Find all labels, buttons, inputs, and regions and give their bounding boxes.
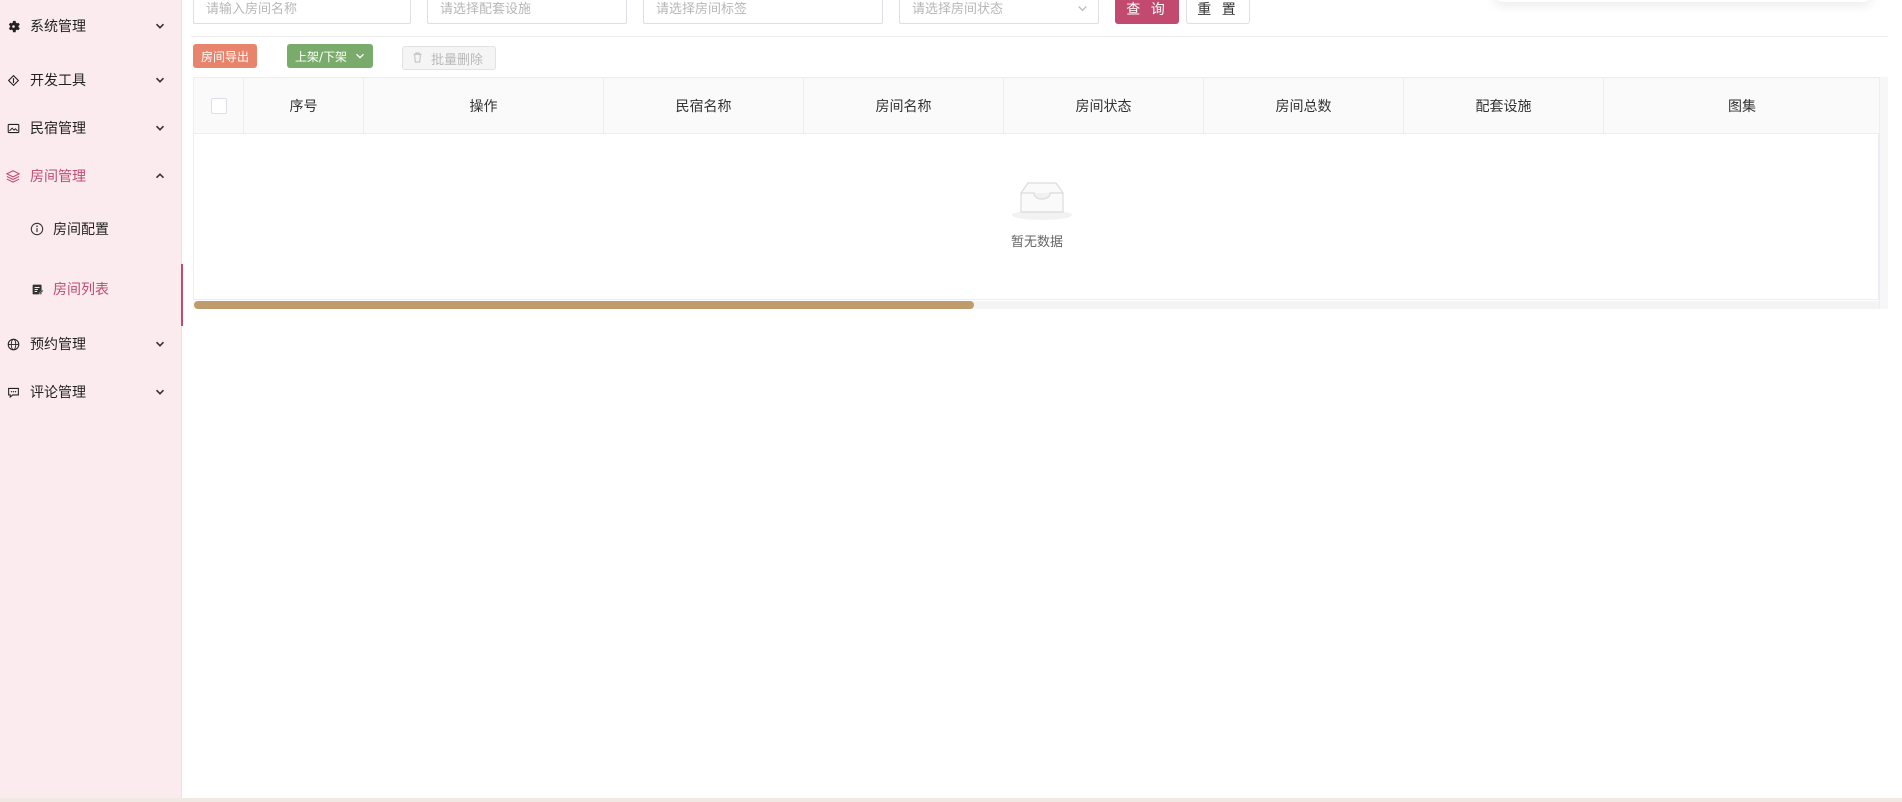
select-all-checkbox[interactable] xyxy=(210,98,227,114)
globe-icon xyxy=(6,337,20,351)
chevron-down-icon xyxy=(154,386,166,398)
shelf-toggle-label: 上架/下架 xyxy=(295,49,348,64)
chevron-down-icon xyxy=(154,20,166,32)
column-header: 房间状态 xyxy=(1004,78,1204,134)
chevron-up-icon xyxy=(154,170,166,182)
sidebar-subitem-room-config[interactable]: 房间配置 xyxy=(0,207,182,251)
trash-icon xyxy=(411,51,425,65)
empty-text: 暂无数据 xyxy=(1010,235,1063,250)
column-header: 序号 xyxy=(244,78,364,134)
sidebar-item-label: 民宿管理 xyxy=(30,121,86,137)
column-header: 房间总数 xyxy=(1204,78,1404,134)
column-header: 图集 xyxy=(1728,99,1756,115)
batch-delete-button[interactable]: 批量删除 xyxy=(402,46,496,70)
column-header: 房间名称 xyxy=(804,78,1004,134)
tools-icon xyxy=(6,73,20,87)
sidebar-item-homestay[interactable]: 民宿管理 xyxy=(0,108,182,148)
horizontal-scrollbar-thumb[interactable] xyxy=(194,301,974,309)
sidebar-item-reservation[interactable]: 预约管理 xyxy=(0,324,182,364)
column-header: 民宿名称 xyxy=(604,78,804,134)
filter-divider xyxy=(191,36,1888,37)
info-icon xyxy=(30,222,44,236)
sidebar-subitem-label: 房间配置 xyxy=(53,222,109,238)
chevron-down-icon xyxy=(154,122,166,134)
room-tag-select[interactable] xyxy=(643,0,883,24)
edit-list-icon xyxy=(30,282,44,296)
chevron-down-icon xyxy=(154,74,166,86)
empty-state: 暂无数据 xyxy=(194,134,1880,300)
sidebar-item-devtools[interactable]: 开发工具 xyxy=(0,60,182,100)
vertical-scrollbar-track[interactable] xyxy=(1879,77,1888,309)
chevron-down-icon xyxy=(1077,2,1089,14)
message-icon xyxy=(6,385,20,399)
room-status-select[interactable] xyxy=(899,0,1099,24)
query-button[interactable]: 查 询 xyxy=(1115,0,1179,24)
sidebar-item-label: 房间管理 xyxy=(30,169,86,185)
batch-delete-label: 批量删除 xyxy=(431,52,484,68)
chevron-down-icon xyxy=(154,338,166,350)
sidebar-subitem-room-list[interactable]: 房间列表 xyxy=(0,264,183,326)
empty-inbox-icon xyxy=(1012,179,1072,220)
app-root: 系统管理 开发工具 民宿管理 房间管理 房间配置 房间列表 预约管理 评论管理 … xyxy=(0,0,1902,802)
layers-icon xyxy=(6,169,20,183)
sidebar-item-label: 系统管理 xyxy=(30,19,86,35)
sidebar-item-room-management[interactable]: 房间管理 xyxy=(0,156,182,196)
sidebar-item-label: 预约管理 xyxy=(30,337,86,353)
main-content: 查 询 重 置 房间导出 上架/下架 批量删除 序号 操作 民宿名称 xyxy=(183,0,1902,802)
sidebar-item-system[interactable]: 系统管理 xyxy=(0,6,182,46)
table-bottom-border xyxy=(193,299,1879,300)
chevron-down-icon xyxy=(355,50,365,60)
column-header: 操作 xyxy=(364,78,604,134)
image-icon xyxy=(6,121,20,135)
sidebar-item-comments[interactable]: 评论管理 xyxy=(0,372,182,412)
dropdown-panel-edge xyxy=(1493,0,1873,2)
export-rooms-button[interactable]: 房间导出 xyxy=(193,44,257,68)
table-header: 序号 操作 民宿名称 房间名称 房间状态 房间总数 配套设施 图集 xyxy=(194,78,1880,134)
column-header: 配套设施 xyxy=(1404,78,1604,134)
room-name-input[interactable] xyxy=(193,0,411,24)
sidebar-item-label: 开发工具 xyxy=(30,73,86,89)
facility-select[interactable] xyxy=(427,0,627,24)
shelf-toggle-button[interactable]: 上架/下架 xyxy=(287,44,373,68)
reset-button[interactable]: 重 置 xyxy=(1186,0,1250,24)
footer-strip xyxy=(0,798,1902,802)
gear-icon xyxy=(6,19,20,33)
sidebar-subitem-label: 房间列表 xyxy=(53,282,109,298)
select-all-cell xyxy=(194,78,244,134)
sidebar: 系统管理 开发工具 民宿管理 房间管理 房间配置 房间列表 预约管理 评论管理 xyxy=(0,0,183,802)
rooms-table: 序号 操作 民宿名称 房间名称 房间状态 房间总数 配套设施 图集 暂无数据 xyxy=(193,77,1880,300)
sidebar-item-label: 评论管理 xyxy=(30,385,86,401)
